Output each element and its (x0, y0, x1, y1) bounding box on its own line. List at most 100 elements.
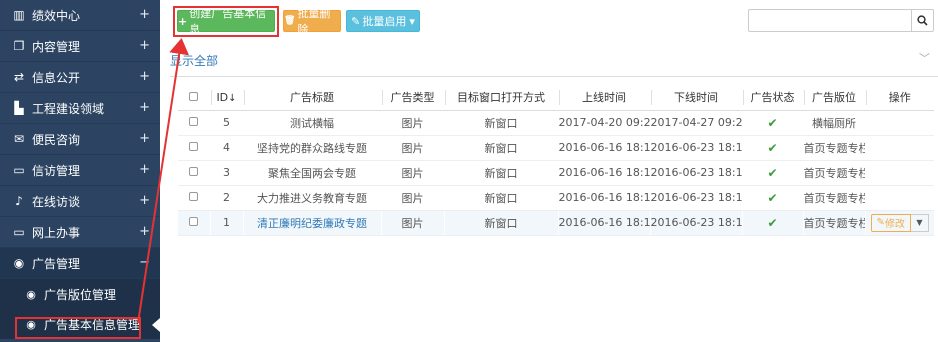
table-row[interactable]: 4 坚持党的群众路线专题 图片 新窗口 2016-06-16 18:15 201… (178, 135, 934, 161)
cell-online: 2016-06-16 18:10 (558, 210, 650, 236)
cell-actions: ✎ 修改 ▼ (865, 210, 934, 236)
expand-icon: + (139, 38, 150, 53)
cell-target: 新窗口 (444, 185, 558, 211)
cell-type: 图片 (381, 210, 444, 236)
batch-delete-label: 批量删除 (297, 7, 331, 36)
desktop-icon: ▭ (13, 225, 25, 239)
column-header-type: 广告类型 (381, 85, 444, 111)
edit-icon: ✎ (876, 217, 885, 228)
check-icon: ✔ (767, 165, 778, 180)
annotation-highlight-sidebar (15, 317, 141, 339)
cell-id: 3 (210, 160, 243, 186)
sidebar-item-disclosure[interactable]: ⇄ 信息公开 + (0, 62, 160, 93)
cell-title: 大力推进义务教育专题 (243, 185, 381, 211)
sidebar: ▥ 绩效中心 + ❐ 内容管理 + ⇄ 信息公开 + ▙ 工程建设领域 + ✉ … (0, 0, 160, 342)
building-icon: ▙ (14, 101, 24, 115)
ads-table: ID↓ 广告标题 广告类型 目标窗口打开方式 上线时间 下线时间 广告状态 广告… (178, 85, 934, 236)
cell-actions (865, 110, 934, 136)
pencil-icon: ✎ (351, 14, 361, 28)
row-checkbox[interactable] (189, 142, 199, 151)
check-icon: ✔ (767, 190, 778, 205)
active-indicator (152, 318, 160, 332)
cell-online: 2016-06-16 18:15 (558, 135, 650, 161)
row-checkbox[interactable] (189, 192, 199, 201)
edit-label: 修改 (884, 219, 905, 230)
sidebar-item-label: 工程建设领域 (32, 101, 105, 116)
column-header-actions: 操作 (865, 85, 934, 111)
cell-position: 首页专题专栏 (803, 210, 865, 236)
cell-offline: 2016-06-23 18:15 (650, 135, 742, 161)
cell-title: 聚焦全国两会专题 (243, 160, 381, 186)
cell-title[interactable]: 清正廉明纪委廉政专题 (243, 210, 381, 236)
sidebar-item-label: 信息公开 (32, 70, 81, 85)
cell-type: 图片 (381, 110, 444, 136)
cell-target: 新窗口 (444, 110, 558, 136)
cell-id: 5 (210, 110, 243, 136)
divider (170, 76, 938, 77)
cell-online: 2016-06-16 18:15 (558, 160, 650, 186)
sidebar-item-label: 广告版位管理 (44, 287, 117, 302)
sort-icon: ↓ (228, 92, 237, 104)
column-header-position: 广告版位 (803, 85, 865, 111)
table-row[interactable]: 3 聚焦全国两会专题 图片 新窗口 2016-06-16 18:15 2016-… (178, 160, 934, 186)
expand-icon: + (139, 193, 150, 208)
sidebar-item-petition[interactable]: ▭ 信访管理 + (0, 155, 160, 186)
expand-icon: + (139, 7, 150, 22)
expand-icon: + (139, 162, 150, 177)
column-header-id[interactable]: ID↓ (210, 85, 243, 111)
table-row[interactable]: 1 清正廉明纪委廉政专题 图片 新窗口 2016-06-16 18:10 201… (178, 210, 934, 236)
annotation-highlight-create (173, 6, 279, 37)
cell-offline: 2016-06-23 18:10 (650, 210, 742, 236)
inbox-icon: ▭ (13, 163, 25, 177)
search-input[interactable] (748, 9, 911, 32)
table-row[interactable]: 5 测试横幅 图片 新窗口 2017-04-20 09:29 2017-04-2… (178, 110, 934, 136)
sidebar-item-label: 在线访谈 (32, 194, 81, 209)
sidebar-item-consult[interactable]: ✉ 便民咨询 + (0, 124, 160, 155)
expand-icon: + (139, 69, 150, 84)
sidebar-item-interview[interactable]: ♪ 在线访谈 + (0, 186, 160, 217)
cell-actions (865, 160, 934, 186)
cell-position: 首页专题专栏 (803, 185, 865, 211)
cell-position: 横幅厕所 (803, 110, 865, 136)
row-checkbox[interactable] (189, 217, 199, 226)
chevron-down-icon[interactable]: ﹀ (919, 50, 930, 66)
cell-offline: 2016-06-23 18:14 (650, 185, 742, 211)
expand-icon: + (139, 100, 150, 115)
cell-target: 新窗口 (444, 210, 558, 236)
table-row[interactable]: 2 大力推进义务教育专题 图片 新窗口 2016-06-16 18:14 201… (178, 185, 934, 211)
edit-button-group: ✎ 修改 ▼ (870, 213, 929, 232)
sidebar-item-ads[interactable]: ◉ 广告管理 − (0, 248, 160, 279)
row-checkbox[interactable] (189, 167, 199, 176)
row-checkbox[interactable] (189, 117, 199, 126)
select-all-header[interactable] (178, 85, 210, 111)
copy-icon: ❐ (13, 39, 25, 53)
envelope-icon: ✉ (13, 132, 25, 146)
batch-delete-button[interactable]: 🗑 批量删除 (283, 7, 341, 36)
cell-target: 新窗口 (444, 160, 558, 186)
cell-title: 坚持党的群众路线专题 (243, 135, 381, 161)
batch-enable-button[interactable]: ✎ 批量启用 ▾ (346, 10, 420, 32)
sidebar-item-online-service[interactable]: ▭ 网上办事 + (0, 217, 160, 248)
cell-target: 新窗口 (444, 135, 558, 161)
sidebar-item-construction[interactable]: ▙ 工程建设领域 + (0, 93, 160, 124)
expand-icon: + (139, 224, 150, 239)
batch-enable-label: 批量启用 (362, 15, 407, 28)
chevron-down-icon: ▼ (916, 218, 923, 227)
sidebar-item-label: 网上办事 (32, 225, 81, 240)
search-button[interactable] (911, 9, 934, 32)
cell-type: 图片 (381, 135, 444, 161)
ad-icon: ◉ (13, 256, 25, 270)
show-all-link[interactable]: 显示全部 (170, 52, 218, 69)
check-icon: ✔ (767, 215, 778, 230)
edit-button[interactable]: ✎ 修改 (870, 213, 911, 232)
collapse-icon: − (139, 255, 150, 270)
sidebar-item-content[interactable]: ❐ 内容管理 + (0, 31, 160, 62)
chevron-down-icon: ▾ (409, 14, 415, 28)
select-all-checkbox[interactable] (189, 91, 199, 101)
sidebar-item-performance[interactable]: ▥ 绩效中心 + (0, 0, 160, 31)
check-icon: ✔ (767, 115, 778, 130)
ad-icon: ◉ (26, 287, 36, 301)
more-actions-dropdown[interactable]: ▼ (910, 213, 929, 232)
sidebar-subitem-ad-positions[interactable]: ◉ 广告版位管理 (0, 279, 160, 309)
cell-position: 首页专题专栏 (803, 135, 865, 161)
